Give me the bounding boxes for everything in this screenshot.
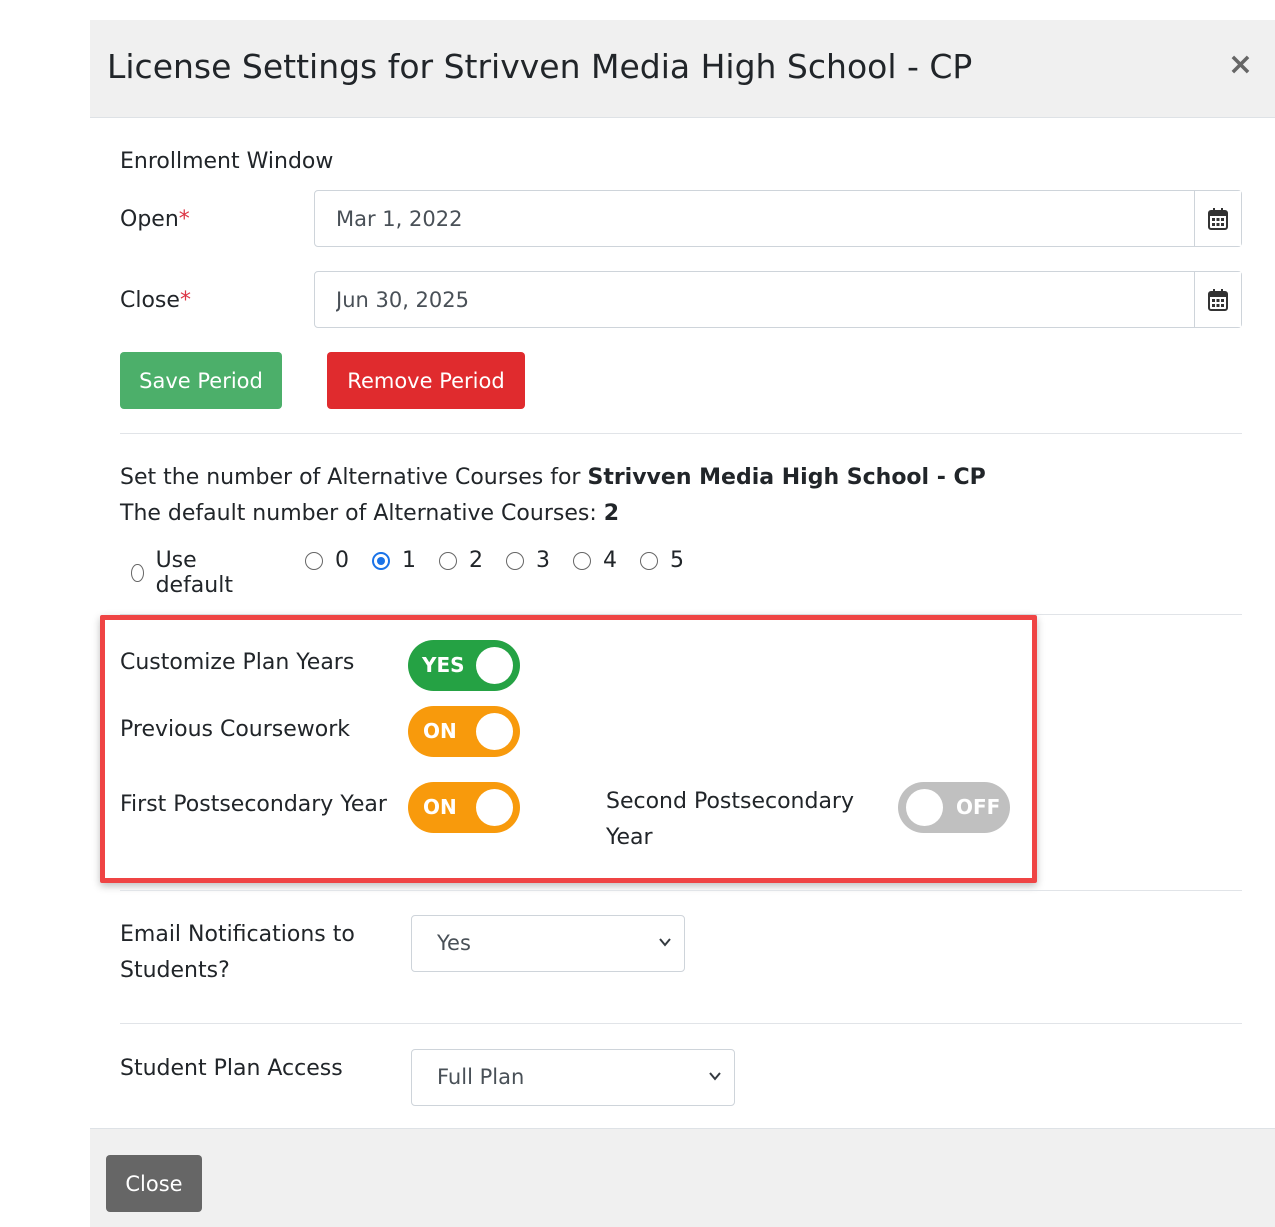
radio-circle[interactable]	[439, 551, 457, 570]
close-date-group	[314, 271, 1242, 328]
close-date-input[interactable]	[315, 272, 1195, 327]
radio-label: 2	[469, 548, 483, 573]
enrollment-window-label: Enrollment Window	[120, 149, 334, 174]
close-label-text: Close	[120, 288, 180, 313]
close-button[interactable]: Close	[106, 1155, 202, 1212]
close-calendar-button[interactable]	[1194, 272, 1241, 327]
chevron-down-icon	[709, 1072, 721, 1081]
select-value: Yes	[437, 931, 471, 955]
open-date-input[interactable]	[315, 191, 1195, 246]
radio-circle[interactable]	[506, 551, 524, 570]
radio-label: 4	[603, 548, 617, 573]
required-mark: *	[178, 207, 190, 232]
divider	[120, 890, 1242, 891]
radio-label: 5	[670, 548, 684, 573]
calendar-icon	[1208, 207, 1228, 230]
modal-header: License Settings for Strivven Media High…	[90, 20, 1275, 118]
radio-label: 1	[402, 548, 416, 573]
select-value: Full Plan	[437, 1065, 525, 1089]
school-name: Strivven Media High School - CP	[587, 465, 986, 490]
radio-label: 0	[335, 548, 349, 573]
open-label: Open*	[120, 207, 190, 232]
email-notifications-label-line1: Email Notifications to	[120, 922, 355, 947]
email-notifications-select[interactable]: Yes	[411, 915, 685, 972]
radio-label: Use default	[155, 548, 233, 598]
radio-1[interactable]: 1	[372, 548, 416, 573]
calendar-icon	[1208, 288, 1228, 311]
save-period-button[interactable]: Save Period	[120, 352, 282, 409]
radio-use-default[interactable]: Use default	[131, 548, 238, 598]
radio-0[interactable]: 0	[305, 548, 349, 573]
remove-period-button[interactable]: Remove Period	[327, 352, 525, 409]
required-mark: *	[179, 288, 191, 313]
radio-2[interactable]: 2	[439, 548, 483, 573]
modal-footer: Close	[90, 1128, 1275, 1227]
chevron-down-icon	[659, 938, 671, 947]
radio-4[interactable]: 4	[573, 548, 617, 573]
alternatives-default-value: 2	[603, 501, 620, 526]
radio-label: 3	[536, 548, 550, 573]
close-icon[interactable]: ×	[1228, 50, 1253, 80]
modal-title: License Settings for Strivven Media High…	[107, 47, 973, 86]
student-plan-access-select[interactable]: Full Plan	[411, 1049, 735, 1106]
open-date-group	[314, 190, 1242, 247]
radio-3[interactable]: 3	[506, 548, 550, 573]
highlight-annotation-box	[100, 615, 1037, 883]
alternatives-default-text: The default number of Alternative Course…	[120, 501, 604, 526]
open-label-text: Open	[120, 207, 179, 232]
email-notifications-label-line2: Students?	[120, 958, 230, 983]
alternatives-default: The default number of Alternative Course…	[120, 501, 619, 526]
student-plan-access-label: Student Plan Access	[120, 1056, 343, 1081]
alternatives-intro: Set the number of Alternative Courses fo…	[120, 465, 986, 490]
alternatives-intro-text: Set the number of Alternative Courses fo…	[120, 465, 588, 490]
radio-5[interactable]: 5	[640, 548, 684, 573]
open-calendar-button[interactable]	[1194, 191, 1241, 246]
radio-circle-checked[interactable]	[372, 551, 390, 570]
radio-circle[interactable]	[640, 551, 658, 570]
radio-circle[interactable]	[305, 551, 323, 570]
close-label: Close*	[120, 288, 191, 313]
divider	[120, 1023, 1242, 1024]
radio-circle[interactable]	[131, 564, 144, 582]
radio-circle[interactable]	[573, 551, 591, 570]
divider	[120, 433, 1242, 434]
